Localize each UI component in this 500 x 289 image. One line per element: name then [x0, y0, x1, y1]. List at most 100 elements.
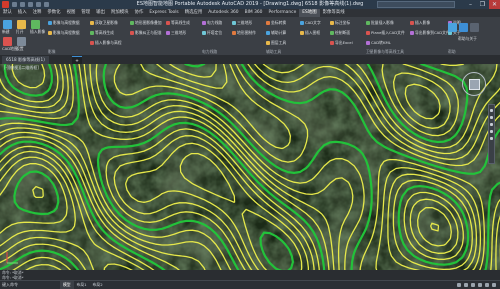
ribbon-tool-icon[interactable]: [130, 30, 134, 35]
ribbon-tool-icon[interactable]: [202, 20, 206, 25]
ribbon-tool-button[interactable]: 等高线生成: [171, 20, 190, 25]
help-search-input[interactable]: [377, 1, 455, 8]
ribbon-side-button-icon[interactable]: [470, 23, 479, 32]
ribbon-tool-icon[interactable]: [366, 40, 370, 45]
zoom-icon[interactable]: [490, 123, 493, 126]
ribbon-tool-button[interactable]: 影像与高程数据: [53, 30, 80, 35]
ribbon-tab[interactable]: Performance: [265, 9, 299, 17]
ribbon-tool-button[interactable]: 地形图影像叠加: [135, 20, 162, 25]
new-doc-tab-button[interactable]: +: [72, 56, 82, 64]
ribbon-tool-button[interactable]: 三维地形: [237, 20, 252, 25]
viewcube-face[interactable]: [469, 79, 480, 90]
ribbon-tool-icon[interactable]: [48, 30, 52, 35]
ribbon-tool-button[interactable]: 辅助计算: [271, 30, 286, 35]
ribbon-tool-button[interactable]: 图层工具: [271, 40, 286, 45]
ribbon-tab[interactable]: 参数化: [44, 9, 63, 17]
ribbon-tab[interactable]: 管理: [78, 9, 93, 17]
ribbon-tool-icon[interactable]: [330, 30, 334, 35]
minimize-button[interactable]: –: [465, 0, 476, 9]
ribbon-tool-icon[interactable]: [366, 30, 370, 35]
ribbon-tool-icon[interactable]: [410, 30, 414, 35]
steering-wheel-icon[interactable]: [490, 109, 493, 112]
ribbon-big-button-icon[interactable]: [17, 37, 26, 46]
ribbon-tab[interactable]: BIM 360: [242, 9, 266, 17]
close-button[interactable]: ✕: [489, 0, 500, 9]
ribbon-tool-button[interactable]: 影像与高程数据: [53, 20, 80, 25]
ribbon-side-button-icon[interactable]: [459, 23, 468, 32]
drawing-viewport[interactable]: [-][俯视][二维线框]: [0, 64, 500, 270]
ribbon-big-button-icon[interactable]: [3, 20, 12, 29]
ribbon-tool-icon[interactable]: [410, 20, 414, 25]
osnap-toggle-icon[interactable]: [485, 283, 489, 287]
ribbon-tool-button[interactable]: 坐标转换: [271, 20, 286, 25]
ribbon-tool-button[interactable]: 绘制断面: [335, 30, 350, 35]
doc-tab-drawing[interactable]: 6518 影像等高线(1): [2, 56, 49, 64]
ribbon-tool-button[interactable]: 地形图制作: [237, 30, 256, 35]
ribbon-tool-icon[interactable]: [330, 40, 334, 45]
ribbon-tool-button[interactable]: 导出影像到CAD文件: [415, 30, 450, 35]
ribbon-tool-icon[interactable]: [166, 30, 170, 35]
ribbon-tool-button[interactable]: 插入影像与高程: [95, 40, 122, 45]
ribbon-tool-icon[interactable]: [266, 20, 270, 25]
showmotion-icon[interactable]: [490, 137, 493, 140]
satellite-terrain-with-contours[interactable]: [0, 64, 500, 270]
ribbon-tool-button[interactable]: 导出Excel: [335, 40, 353, 45]
ribbon-tool-icon[interactable]: [130, 20, 134, 25]
ribbon-tool-icon[interactable]: [232, 30, 236, 35]
ribbon-tool-icon[interactable]: [90, 40, 94, 45]
ribbon-big-button-icon[interactable]: [3, 37, 12, 46]
ribbon-big-button-icon[interactable]: [17, 20, 26, 29]
ribbon-tool-button[interactable]: 获取卫星影像: [95, 20, 118, 25]
ribbon-tool-button[interactable]: CAD文字: [305, 20, 321, 25]
ribbon-tool-button[interactable]: 插入影像: [415, 20, 430, 25]
ribbon-tool-button[interactable]: 插入图框: [305, 30, 320, 35]
ribbon-tool-icon[interactable]: [266, 40, 270, 45]
ribbon-big-button-icon[interactable]: [31, 20, 40, 29]
ribbon-tab[interactable]: 精选应用: [182, 9, 206, 17]
viewport-controls-label[interactable]: [-][俯视][二维线框]: [4, 65, 39, 71]
ribbon-tab[interactable]: Express Tools: [146, 9, 181, 17]
ribbon-tool-button[interactable]: Plane插入CAD文件: [371, 30, 405, 35]
orbit-icon[interactable]: [490, 130, 493, 133]
ribbon-tab[interactable]: 协作: [132, 9, 147, 17]
ribbon-tab[interactable]: 输出: [93, 9, 108, 17]
ribbon-tool-button[interactable]: 杆塔定位: [207, 30, 222, 35]
ribbon-tool-button[interactable]: 三维地形: [171, 30, 186, 35]
ribbon-tab[interactable]: 默认: [0, 9, 15, 17]
ribbon-tool-button[interactable]: 等高线生成: [95, 30, 114, 35]
ribbon-side-button-icon[interactable]: [448, 23, 457, 32]
ribbon-tab[interactable]: 注释: [30, 9, 45, 17]
viewcube[interactable]: [462, 72, 486, 96]
ribbon-tool-icon[interactable]: [300, 30, 304, 35]
ribbon-tool-button[interactable]: 影像纠正与配准: [135, 30, 162, 35]
ucs-icon: [6, 252, 18, 264]
ribbon-tab[interactable]: Autodesk 360: [205, 9, 241, 17]
ribbon-tool-icon[interactable]: [202, 30, 206, 35]
ribbon-tool-icon[interactable]: [330, 20, 334, 25]
maximize-button[interactable]: ❐: [477, 0, 488, 9]
ribbon-tool-button[interactable]: 批量插入影像: [371, 20, 394, 25]
ribbon-tab[interactable]: 视图: [64, 9, 79, 17]
ribbon-tab[interactable]: 插入: [15, 9, 30, 17]
pan-icon[interactable]: [490, 116, 493, 119]
ortho-toggle-icon[interactable]: [471, 283, 475, 287]
ribbon-tool-button[interactable]: 电力线路: [207, 20, 222, 25]
ribbon-tool-icon[interactable]: [300, 20, 304, 25]
ribbon-tool-icon[interactable]: [48, 20, 52, 25]
help-about-label[interactable]: 帮助与关于: [458, 36, 477, 41]
ribbon-tool-icon[interactable]: [366, 20, 370, 25]
ribbon-tool-icon[interactable]: [166, 20, 170, 25]
ribbon-tool-icon[interactable]: [232, 20, 236, 25]
ribbon-tool-button[interactable]: CAD转KML: [371, 40, 391, 45]
ribbon-tab[interactable]: 影像等高线: [320, 9, 348, 17]
settings-icon[interactable]: [492, 283, 496, 287]
polar-toggle-icon[interactable]: [478, 283, 482, 287]
grid-toggle-icon[interactable]: [457, 283, 461, 287]
ribbon-tool-icon[interactable]: [90, 30, 94, 35]
ribbon-tool-button[interactable]: 标注坐标: [335, 20, 350, 25]
snap-toggle-icon[interactable]: [464, 283, 468, 287]
ribbon-tab[interactable]: ES地图: [299, 9, 320, 17]
ribbon-tab[interactable]: 附加模块: [108, 9, 132, 17]
ribbon-tool-icon[interactable]: [90, 20, 94, 25]
ribbon-tool-icon[interactable]: [266, 30, 270, 35]
